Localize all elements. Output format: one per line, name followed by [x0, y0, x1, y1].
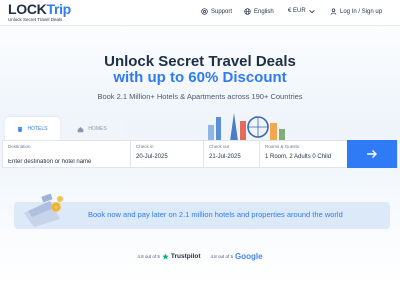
- ratings-row: 4.8 out of 5 Trustpilot 4.8 out of 5 Goo…: [0, 252, 400, 261]
- logo-lock-text: LOCK: [8, 1, 47, 17]
- login-label: Log In / Sign up: [340, 8, 383, 15]
- search-bar: Destination Check in 20-Jul-2025 Check o…: [2, 140, 398, 168]
- checkout-field[interactable]: Check out 21-Jul-2025: [204, 141, 260, 167]
- pay-later-text: Book now and pay later on 2.1 million ho…: [88, 210, 343, 219]
- globe-icon: [244, 8, 251, 15]
- search-button[interactable]: [347, 140, 397, 168]
- logo-wordmark: LOCKTrip: [8, 2, 71, 17]
- rooms-guests-label: Rooms & Guests: [265, 144, 300, 149]
- support-link[interactable]: Support: [201, 8, 232, 15]
- destination-label: Destination: [8, 144, 31, 149]
- top-bar: LOCKTrip Unlock Secret Travel Deals Supp…: [0, 0, 400, 26]
- checkin-field[interactable]: Check in 20-Jul-2025: [131, 141, 204, 167]
- trustpilot-score: 4.8 out of 5: [137, 254, 160, 259]
- checkin-value: 20-Jul-2025: [136, 154, 168, 160]
- currency-label: € EUR: [288, 8, 306, 14]
- google-rating[interactable]: 4.8 out of 5 Google: [211, 252, 263, 261]
- hero-title-highlight: with up to 60% Discount: [113, 69, 287, 86]
- logo[interactable]: LOCKTrip Unlock Secret Travel Deals: [8, 2, 71, 23]
- support-icon: [201, 8, 208, 15]
- rooms-guests-field[interactable]: Rooms & Guests 1 Room, 2 Adults 0 Child: [260, 141, 347, 167]
- google-score: 4.8 out of 5: [210, 254, 234, 259]
- rooms-guests-value: 1 Room, 2 Adults 0 Child: [265, 154, 332, 160]
- destination-input[interactable]: [8, 157, 126, 167]
- hero-subtitle: Book 2.1 Million+ Hotels & Apartments ac…: [97, 92, 303, 101]
- checkin-label: Check in: [136, 144, 154, 149]
- checkout-value: 21-Jul-2025: [209, 154, 241, 160]
- google-logo: Google: [235, 252, 263, 261]
- logo-tagline: Unlock Secret Travel Deals: [8, 17, 63, 22]
- user-icon: [330, 8, 337, 15]
- language-selector[interactable]: English: [244, 8, 274, 15]
- tab-hotels[interactable]: HOTELS: [5, 117, 60, 141]
- language-label: English: [254, 8, 274, 15]
- support-label: Support: [211, 8, 233, 15]
- trustpilot-name: Trustpilot: [170, 253, 201, 260]
- pay-later-banner: Book now and pay later on 2.1 million ho…: [14, 202, 390, 229]
- tab-homes-label: HOMES: [88, 126, 107, 132]
- currency-selector[interactable]: € EUR: [288, 8, 315, 14]
- trustpilot-rating[interactable]: 4.8 out of 5 Trustpilot: [137, 253, 200, 260]
- checkout-label: Check out: [209, 144, 230, 149]
- search-tabs: HOTELS HOMES: [5, 117, 124, 141]
- chevron-down-icon: [308, 9, 315, 13]
- login-signup-button[interactable]: Log In / Sign up: [330, 8, 382, 15]
- home-icon: [78, 126, 84, 132]
- tab-homes[interactable]: HOMES: [60, 117, 124, 141]
- hero-title: Unlock Secret Travel Deals: [104, 53, 296, 70]
- city-skyline-illustration: [208, 113, 285, 141]
- destination-field[interactable]: Destination: [3, 141, 131, 167]
- arrow-right-icon: [367, 150, 377, 158]
- logo-trip-text: Trip: [46, 1, 71, 17]
- suitcase-coins-illustration: [24, 193, 63, 227]
- hotel-icon: [18, 126, 23, 132]
- tab-hotels-label: HOTELS: [27, 126, 48, 132]
- star-icon: [162, 253, 169, 260]
